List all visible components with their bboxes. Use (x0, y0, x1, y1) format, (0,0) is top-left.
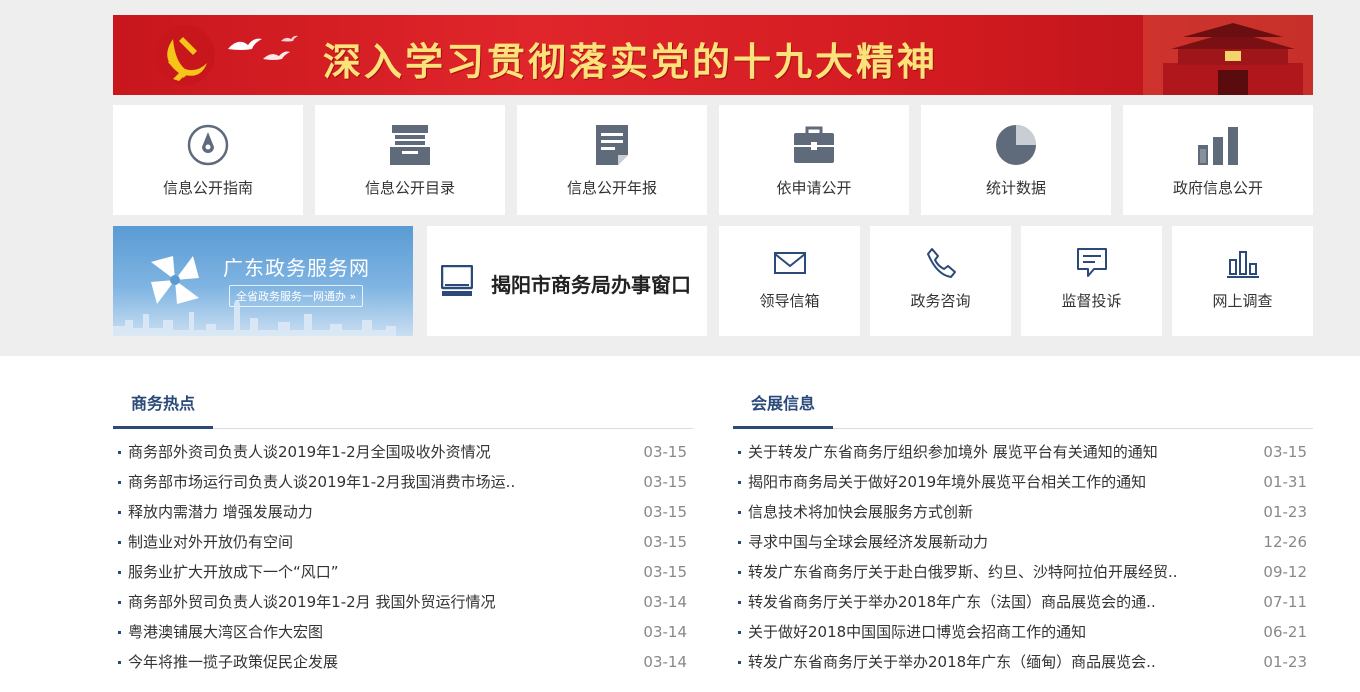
news-item[interactable]: 揭阳市商务局关于做好2019年境外展览平台相关工作的通知 01-31 (733, 467, 1313, 497)
news-date: 03-15 (643, 503, 687, 521)
survey-chart-icon (1226, 251, 1259, 278)
office-window-label: 揭阳市商务局办事窗口 (491, 273, 691, 297)
news-date: 03-15 (643, 533, 687, 551)
news-item[interactable]: 释放内需潜力 增强发展动力 03-15 (113, 497, 693, 527)
quick-link-label: 依申请公开 (776, 179, 852, 197)
news-item[interactable]: 制造业对外开放仍有空间 03-15 (113, 527, 693, 557)
section-tab[interactable]: 商务热点 (113, 390, 213, 429)
news-date: 01-31 (1263, 473, 1307, 491)
news-title[interactable]: 制造业对外开放仍有空间 (128, 527, 588, 557)
news-title[interactable]: 商务部市场运行司负责人谈2019年1-2月我国消费市场运.. (128, 467, 588, 497)
news-item[interactable]: 商务部外贸司负责人谈2019年1-2月 我国外贸运行情况 03-14 (113, 587, 693, 617)
news-date: 12-26 (1263, 533, 1307, 551)
document-icon (596, 125, 628, 165)
news-date: 03-15 (643, 443, 687, 461)
city-skyline-icon (113, 300, 396, 336)
news-item[interactable]: 服务业扩大开放成下一个“风口” 03-15 (113, 557, 693, 587)
news-date: 09-12 (1263, 563, 1307, 581)
section-header: 商务热点 (113, 378, 693, 429)
news-title[interactable]: 服务业扩大开放成下一个“风口” (128, 557, 588, 587)
section-business-hotspots: 商务热点 商务部外资司负责人谈2019年1-2月全国吸收外资情况 03-15 商务… (113, 378, 693, 677)
quick-link-label: 信息公开目录 (364, 179, 455, 197)
section-header: 会展信息 (733, 378, 1313, 429)
news-item[interactable]: 商务部外资司负责人谈2019年1-2月全国吸收外资情况 03-15 (113, 437, 693, 467)
chat-icon (1076, 248, 1107, 277)
pie-chart-icon (996, 125, 1036, 165)
news-title[interactable]: 转发广东省商务厅关于赴白俄罗斯、约旦、沙特阿拉伯开展经贸.. (748, 557, 1208, 587)
quick-link-label: 政府信息公开 (1172, 179, 1263, 197)
section-tab[interactable]: 会展信息 (733, 390, 833, 429)
news-title[interactable]: 今年将推一揽子政策促民企发展 (128, 647, 588, 677)
news-title[interactable]: 商务部外贸司负责人谈2019年1-2月 我国外贸运行情况 (128, 587, 588, 617)
file-box-icon (390, 125, 430, 165)
quick-link-label: 信息公开年报 (566, 179, 657, 197)
service-label: 监督投诉 (1061, 292, 1122, 310)
service-label: 网上调查 (1212, 292, 1273, 310)
party-banner[interactable]: 深入学习贯彻落实党的十九大精神 (113, 15, 1313, 95)
news-title[interactable]: 信息技术将加快会展服务方式创新 (748, 497, 1208, 527)
service-label: 领导信箱 (759, 292, 820, 310)
news-list: 关于转发广东省商务厅组织参加境外 展览平台有关通知的通知 03-15 揭阳市商务局… (733, 437, 1313, 677)
news-date: 03-15 (1263, 443, 1307, 461)
quick-link-apply-disclosure[interactable]: 依申请公开 (719, 105, 909, 215)
party-emblem-icon (155, 25, 215, 85)
news-title[interactable]: 商务部外资司负责人谈2019年1-2月全国吸收外资情况 (128, 437, 588, 467)
briefcase-icon (794, 126, 834, 163)
quick-link-statistics[interactable]: 统计数据 (921, 105, 1111, 215)
news-item[interactable]: 关于做好2018中国国际进口博览会招商工作的通知 06-21 (733, 617, 1313, 647)
news-item[interactable]: 信息技术将加快会展服务方式创新 01-23 (733, 497, 1313, 527)
office-window-tile[interactable]: 揭阳市商务局办事窗口 (427, 226, 707, 336)
quick-link-info-guide[interactable]: 信息公开指南 (113, 105, 303, 215)
news-date: 06-21 (1263, 623, 1307, 641)
envelope-icon (773, 252, 806, 274)
top-area: 深入学习贯彻落实党的十九大精神 信息公开指南 信息公开目录 信息公开年报 依申请… (0, 0, 1360, 356)
news-title[interactable]: 释放内需潜力 增强发展动力 (128, 497, 588, 527)
news-item[interactable]: 关于转发广东省商务厅组织参加境外 展览平台有关通知的通知 03-15 (733, 437, 1313, 467)
news-item[interactable]: 转发广东省商务厅关于举办2018年广东（缅甸）商品展览会.. 01-23 (733, 647, 1313, 677)
news-item[interactable]: 粤港澳铺展大湾区合作大宏图 03-14 (113, 617, 693, 647)
news-item[interactable]: 转发省商务厅关于举办2018年广东（法国）商品展览会的通.. 07-11 (733, 587, 1313, 617)
news-title[interactable]: 关于做好2018中国国际进口博览会招商工作的通知 (748, 617, 1208, 647)
news-date: 03-14 (643, 593, 687, 611)
service-leader-mailbox[interactable]: 领导信箱 (719, 226, 860, 336)
quick-link-annual-report[interactable]: 信息公开年报 (517, 105, 707, 215)
news-item[interactable]: 转发广东省商务厅关于赴白俄罗斯、约旦、沙特阿拉伯开展经贸.. 09-12 (733, 557, 1313, 587)
quick-link-info-catalog[interactable]: 信息公开目录 (315, 105, 505, 215)
news-date: 07-11 (1263, 593, 1307, 611)
news-date: 01-23 (1263, 653, 1307, 671)
news-date: 03-15 (643, 473, 687, 491)
gd-service-banner[interactable]: 广东政务服务网 全省政务服务一网通办 » (113, 226, 413, 336)
news-title[interactable]: 转发广东省商务厅关于举办2018年广东（缅甸）商品展览会.. (748, 647, 1208, 677)
news-item[interactable]: 寻求中国与全球会展经济发展新动力 12-26 (733, 527, 1313, 557)
news-title[interactable]: 转发省商务厅关于举办2018年广东（法国）商品展览会的通.. (748, 587, 1208, 617)
gd-service-title: 广东政务服务网 (223, 256, 370, 280)
news-date: 03-14 (643, 653, 687, 671)
section-exhibition-info: 会展信息 关于转发广东省商务厅组织参加境外 展览平台有关通知的通知 03-15 揭… (733, 378, 1313, 677)
service-complaint[interactable]: 监督投诉 (1021, 226, 1162, 336)
compass-icon (187, 124, 229, 166)
news-title[interactable]: 揭阳市商务局关于做好2019年境外展览平台相关工作的通知 (748, 467, 1208, 497)
service-label: 政务咨询 (910, 292, 971, 310)
service-online-survey[interactable]: 网上调查 (1172, 226, 1313, 336)
news-list: 商务部外资司负责人谈2019年1-2月全国吸收外资情况 03-15 商务部市场运行… (113, 437, 693, 677)
quick-link-label: 信息公开指南 (162, 179, 253, 197)
service-consultation[interactable]: 政务咨询 (870, 226, 1011, 336)
phone-icon (926, 248, 956, 278)
bar-chart-icon (1198, 127, 1238, 165)
doves-icon (228, 35, 298, 60)
news-item[interactable]: 今年将推一揽子政策促民企发展 03-14 (113, 647, 693, 677)
news-date: 03-15 (643, 563, 687, 581)
news-title[interactable]: 关于转发广东省商务厅组织参加境外 展览平台有关通知的通知 (748, 437, 1208, 467)
tiananmen-icon (1143, 15, 1313, 95)
news-title[interactable]: 寻求中国与全球会展经济发展新动力 (748, 527, 1208, 557)
quick-link-label: 统计数据 (985, 179, 1046, 197)
banner-title: 深入学习贯彻落实党的十九大精神 (323, 40, 939, 84)
news-title[interactable]: 粤港澳铺展大湾区合作大宏图 (128, 617, 588, 647)
quick-link-gov-info[interactable]: 政府信息公开 (1123, 105, 1313, 215)
monitor-icon (441, 265, 473, 296)
news-date: 03-14 (643, 623, 687, 641)
news-date: 01-23 (1263, 503, 1307, 521)
news-item[interactable]: 商务部市场运行司负责人谈2019年1-2月我国消费市场运.. 03-15 (113, 467, 693, 497)
